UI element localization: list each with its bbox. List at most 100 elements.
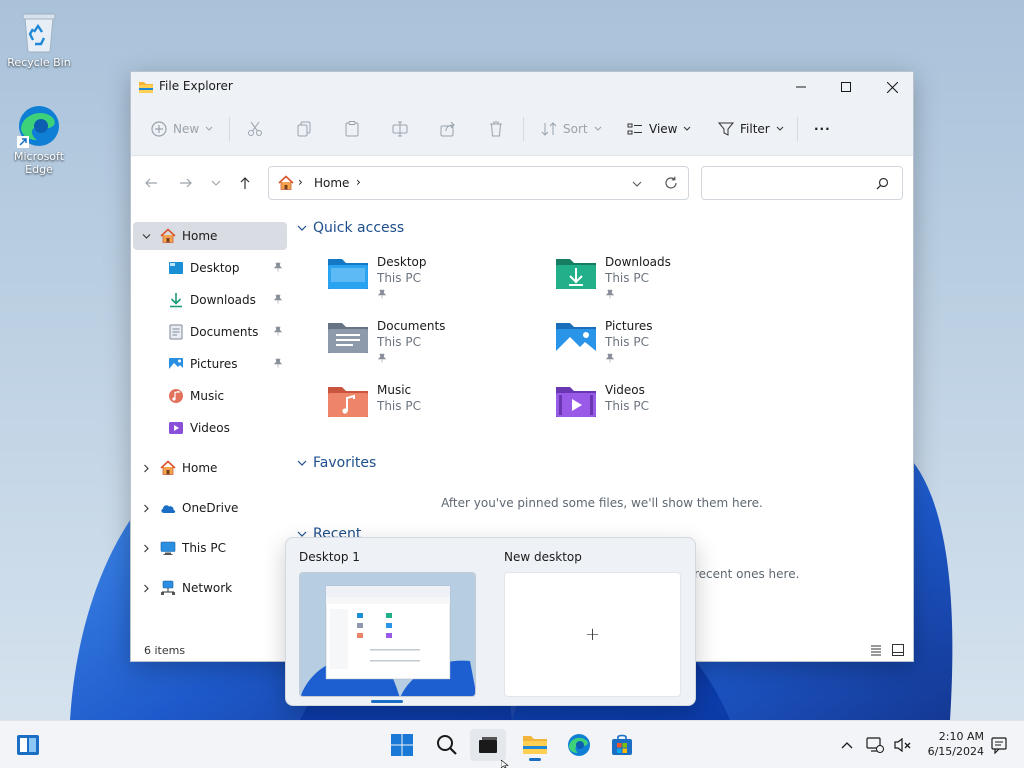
title-bar[interactable]: File Explorer <box>131 72 913 102</box>
search-box[interactable] <box>701 166 903 200</box>
sort-icon <box>541 122 557 136</box>
sidebar-item-label: Home <box>182 229 218 243</box>
quick-access-documents[interactable]: Documents This PC <box>327 319 537 375</box>
copy-button[interactable] <box>296 118 312 140</box>
recent-locations-button[interactable] <box>206 173 226 193</box>
sidebar-item-label: Desktop <box>190 261 240 275</box>
sidebar-item-documents[interactable]: Documents <box>133 318 287 346</box>
breadcrumb-home[interactable]: Home <box>314 176 349 190</box>
chevron-up-icon <box>841 742 853 749</box>
breadcrumb-separator[interactable]: › <box>356 175 361 189</box>
sidebar-item-network[interactable]: Network <box>133 574 287 602</box>
new-desktop-button[interactable]: + <box>504 572 681 697</box>
trash-icon <box>490 121 502 137</box>
arrow-left-icon <box>145 178 157 188</box>
chevron-down-icon <box>297 460 307 466</box>
search-icon <box>876 177 889 190</box>
network-status-button[interactable] <box>862 729 888 761</box>
new-button[interactable]: New <box>151 118 213 140</box>
pin-icon[interactable] <box>273 358 283 368</box>
quick-access-desktop[interactable]: Desktop This PC <box>327 255 537 311</box>
sidebar-item-downloads[interactable]: Downloads <box>133 286 287 314</box>
desktop-icon-edge[interactable]: Microsoft Edge <box>1 104 77 176</box>
minimize-button[interactable] <box>778 72 824 102</box>
folder-name: Downloads <box>605 255 671 269</box>
chevron-down-icon[interactable] <box>142 232 151 241</box>
sidebar-item-home-collapsed[interactable]: Home <box>133 454 287 482</box>
rename-button[interactable] <box>392 118 408 140</box>
mouse-cursor <box>501 760 509 768</box>
share-button[interactable] <box>440 118 456 140</box>
toolbar-divider <box>523 117 524 141</box>
navigation-pane: Home Desktop Downloads Documents Picture… <box>131 208 291 628</box>
sidebar-item-this-pc[interactable]: This PC <box>133 534 287 562</box>
more-options-button[interactable]: ··· <box>814 118 831 140</box>
sidebar-item-desktop[interactable]: Desktop <box>133 254 287 282</box>
chevron-right-icon[interactable] <box>142 464 151 473</box>
volume-button[interactable] <box>890 729 916 761</box>
up-button[interactable] <box>235 173 255 193</box>
folder-location: This PC <box>605 399 649 413</box>
widgets-button[interactable] <box>10 729 46 761</box>
notifications-button[interactable] <box>986 729 1012 761</box>
maximize-button[interactable] <box>823 72 869 102</box>
quick-access-downloads[interactable]: Downloads This PC <box>555 255 765 311</box>
chevron-down-icon <box>205 126 213 131</box>
pin-icon[interactable] <box>273 262 283 272</box>
search-input[interactable] <box>710 173 870 193</box>
start-button[interactable] <box>384 729 420 761</box>
favorites-header[interactable]: Favorites <box>297 455 376 471</box>
chevron-right-icon[interactable] <box>142 584 151 593</box>
forward-button[interactable] <box>176 173 196 193</box>
pin-icon[interactable] <box>273 294 283 304</box>
folder-location: This PC <box>377 399 421 413</box>
quick-access-pictures[interactable]: Pictures This PC <box>555 319 765 375</box>
chevron-right-icon[interactable] <box>142 504 151 513</box>
widgets-icon <box>17 735 39 755</box>
taskbar: 2:10 AM 6/15/2024 <box>0 720 1024 768</box>
address-row: › Home › <box>131 156 913 208</box>
edge-taskbar-button[interactable] <box>561 729 597 761</box>
window-title: File Explorer <box>159 79 233 93</box>
sidebar-item-pictures[interactable]: Pictures <box>133 350 287 378</box>
desktop-1-thumbnail[interactable] <box>299 572 476 697</box>
close-button[interactable] <box>869 72 913 102</box>
sidebar-item-label: Videos <box>190 421 230 435</box>
details-view-icon[interactable] <box>870 644 882 656</box>
filter-button[interactable]: Filter <box>718 118 784 140</box>
desktop-folder-icon <box>328 259 368 289</box>
rename-icon <box>392 121 408 137</box>
quick-access-music[interactable]: Music This PC <box>327 383 537 439</box>
clock[interactable]: 2:10 AM 6/15/2024 <box>922 729 984 759</box>
sort-button[interactable]: Sort <box>541 118 602 140</box>
search-button[interactable] <box>429 729 465 761</box>
file-explorer-taskbar-button[interactable] <box>517 729 553 761</box>
chevron-down-icon[interactable] <box>632 179 642 189</box>
recent-empty-message: recent ones here. <box>694 567 800 581</box>
cut-button[interactable] <box>247 118 263 140</box>
folder-name: Desktop <box>377 255 427 269</box>
task-view-button[interactable] <box>470 729 506 761</box>
arrow-up-icon <box>240 177 250 189</box>
quick-access-header[interactable]: Quick access <box>297 220 404 236</box>
show-hidden-icons-button[interactable] <box>833 729 861 761</box>
back-button[interactable] <box>141 173 161 193</box>
folder-name: Music <box>377 383 412 397</box>
sidebar-item-videos[interactable]: Videos <box>133 414 287 442</box>
store-icon <box>612 734 632 755</box>
quick-access-videos[interactable]: Videos This PC <box>555 383 765 439</box>
view-button[interactable]: View <box>627 118 691 140</box>
refresh-icon[interactable] <box>664 176 678 190</box>
toolbar-divider <box>229 117 230 141</box>
pin-icon[interactable] <box>273 326 283 336</box>
desktop-icon-recycle-bin[interactable]: Recycle Bin <box>1 10 77 69</box>
sidebar-item-music[interactable]: Music <box>133 382 287 410</box>
delete-button[interactable] <box>488 118 504 140</box>
chevron-right-icon[interactable] <box>142 544 151 553</box>
store-taskbar-button[interactable] <box>604 729 640 761</box>
sidebar-item-home[interactable]: Home <box>133 222 287 250</box>
tiles-view-icon[interactable] <box>892 644 904 656</box>
address-bar[interactable]: › Home › <box>268 166 689 200</box>
paste-button[interactable] <box>344 118 360 140</box>
sidebar-item-onedrive[interactable]: OneDrive <box>133 494 287 522</box>
